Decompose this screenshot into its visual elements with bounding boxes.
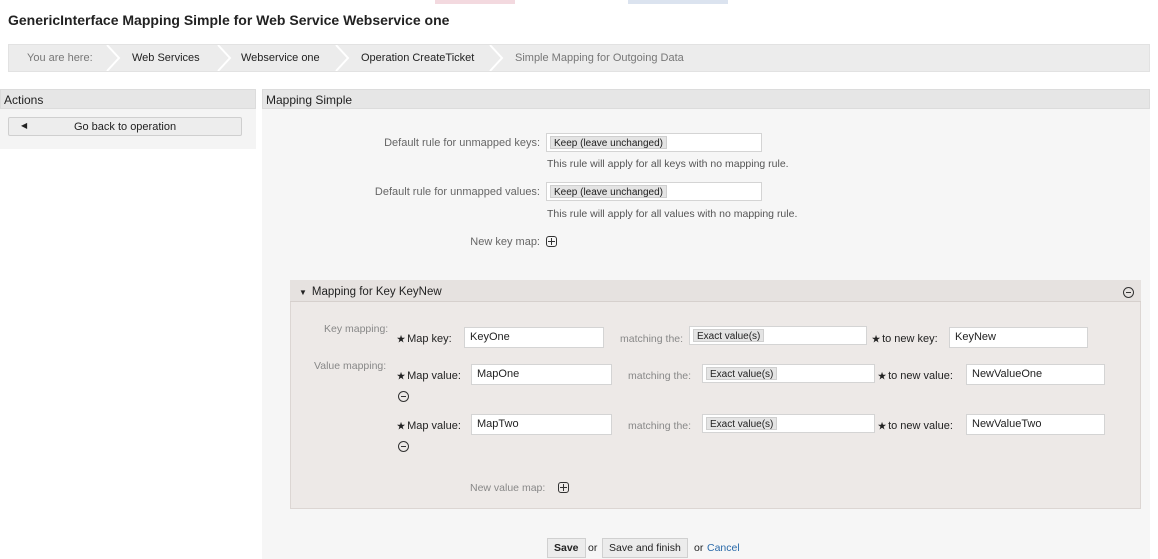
breadcrumb-separator-icon [216,45,232,71]
or-text: or [588,542,598,554]
collapse-triangle-icon: ▼ [299,288,307,297]
map-key-label-text: Map key: [407,333,452,345]
to-new-value-label: ★ to new value: [878,370,953,382]
default-values-label: Default rule for unmapped values: [374,186,540,198]
breadcrumb-item-operation[interactable]: Operation CreateTicket [361,45,474,71]
key-mapping-box [290,280,1141,509]
key-matching-select[interactable]: Exact value(s) [689,326,867,345]
to-new-value-input[interactable]: NewValueOne [966,364,1105,385]
main-panel-title: Mapping Simple [262,89,1150,109]
required-star-icon: ★ [397,421,406,431]
remove-value-map-icon[interactable] [398,391,409,402]
matching-label: matching the: [620,333,684,345]
default-keys-selected: Keep (leave unchanged) [550,136,667,149]
save-and-finish-button[interactable]: Save and finish [602,538,688,558]
new-value-map-label: New value map: [470,482,546,494]
remove-value-map-icon[interactable] [398,441,409,452]
required-star-icon: ★ [397,371,406,381]
save-button[interactable]: Save [547,538,586,558]
default-keys-select[interactable]: Keep (leave unchanged) [546,133,762,152]
value-matching-selected: Exact value(s) [706,417,778,430]
default-keys-hint: This rule will apply for all keys with n… [547,158,789,170]
required-star-icon: ★ [878,371,887,381]
key-mapping-title: Mapping for Key KeyNew [311,286,442,298]
sidebar-title: Actions [0,89,256,109]
new-key-map-label: New key map: [470,236,540,248]
go-back-button-label: Go back to operation [73,121,177,133]
map-value-input[interactable]: MapOne [471,364,612,385]
value-matching-select[interactable]: Exact value(s) [702,414,875,433]
map-value-label-text: Map value: [407,370,461,382]
map-value-label: ★ Map value: [397,370,461,382]
key-mapping-label: Key mapping: [324,323,389,335]
or-text: or [694,542,704,554]
breadcrumb-item-current: Simple Mapping for Outgoing Data [515,52,684,64]
cancel-link[interactable]: Cancel [707,542,740,554]
breadcrumb-separator-icon [334,45,350,71]
map-key-label: ★ Map key: [397,333,452,345]
breadcrumb-item-web-services[interactable]: Web Services [132,45,200,71]
matching-label: matching the: [628,420,692,432]
default-values-selected: Keep (leave unchanged) [550,185,667,198]
key-matching-selected: Exact value(s) [693,329,765,342]
matching-label: matching the: [628,370,692,382]
value-matching-selected: Exact value(s) [706,367,778,380]
breadcrumb-item-webservice-one[interactable]: Webservice one [241,45,320,71]
key-mapping-title-wrap[interactable]: ▼ Mapping for Key KeyNew [299,286,442,298]
map-value-label-text: Map value: [407,420,461,432]
remove-key-map-icon[interactable] [1123,287,1134,298]
to-new-key-label: ★ to new key: [872,333,938,345]
to-new-value-label-text: to new value: [888,370,953,382]
map-value-label: ★ Map value: [397,420,461,432]
breadcrumb-separator-icon [105,45,121,71]
default-values-select[interactable]: Keep (leave unchanged) [546,182,762,201]
go-back-button[interactable]: ◀ Go back to operation [8,117,242,136]
breadcrumb: You are here: Web Services Webservice on… [8,44,1150,72]
default-keys-label: Default rule for unmapped keys: [384,137,540,149]
breadcrumb-prefix: You are here: [27,52,93,64]
top-decor-stripe [0,0,1158,4]
map-key-input[interactable]: KeyOne [464,327,604,348]
required-star-icon: ★ [872,334,881,344]
page-title: GenericInterface Mapping Simple for Web … [8,12,450,28]
breadcrumb-separator-icon [488,45,504,71]
default-values-hint: This rule will apply for all values with… [547,208,798,220]
to-new-key-label-text: to new key: [882,333,938,345]
add-value-map-icon[interactable] [558,482,569,493]
map-value-input[interactable]: MapTwo [471,414,612,435]
to-new-value-label-text: to new value: [888,420,953,432]
required-star-icon: ★ [397,334,406,344]
value-mapping-label: Value mapping: [314,360,387,372]
to-new-value-label: ★ to new value: [878,420,953,432]
to-new-value-input[interactable]: NewValueTwo [966,414,1105,435]
add-key-map-icon[interactable] [546,236,557,247]
value-matching-select[interactable]: Exact value(s) [702,364,875,383]
required-star-icon: ★ [878,421,887,431]
to-new-key-input[interactable]: KeyNew [949,327,1088,348]
